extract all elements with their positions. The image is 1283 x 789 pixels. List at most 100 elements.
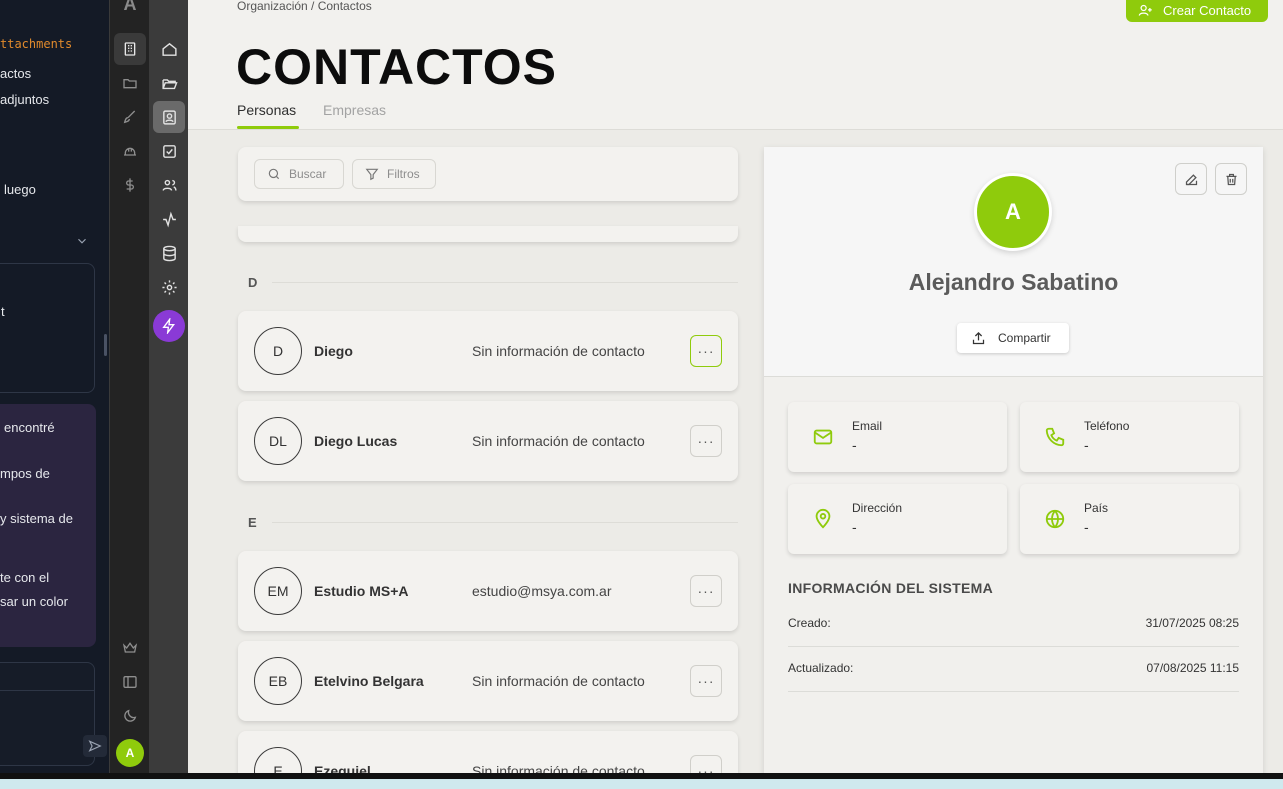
phone-value: - <box>1084 437 1089 453</box>
created-value: 31/07/2025 08:25 <box>1145 616 1239 630</box>
list-item[interactable] <box>238 226 738 242</box>
share-label: Compartir <box>998 331 1051 345</box>
tab-personas[interactable]: Personas <box>237 102 296 118</box>
module-rail <box>149 0 188 773</box>
contact-name: Diego Lucas <box>314 433 398 449</box>
updated-value: 07/08/2025 11:15 <box>1146 661 1239 675</box>
phone-icon <box>1044 426 1066 448</box>
contact-avatar: EM <box>254 567 302 615</box>
folder-icon[interactable] <box>114 67 146 99</box>
contact-row[interactable]: DL Diego Lucas Sin información de contac… <box>238 401 738 481</box>
brush-icon[interactable] <box>114 101 146 133</box>
contact-detail-avatar: A <box>974 173 1052 251</box>
filter-button[interactable]: Filtros <box>352 159 436 189</box>
gear-icon[interactable] <box>153 271 185 303</box>
edit-icon[interactable] <box>1175 163 1207 195</box>
user-avatar[interactable]: A <box>116 739 144 767</box>
contact-name: Diego <box>314 343 353 359</box>
search-button[interactable]: Buscar <box>254 159 344 189</box>
folder-open-icon[interactable] <box>153 67 185 99</box>
contact-info: Sin información de contacto <box>472 433 645 449</box>
more-options-button[interactable]: ··· <box>690 335 722 367</box>
send-icon[interactable] <box>83 735 107 757</box>
contact-avatar: E <box>254 747 302 773</box>
scrollbar[interactable] <box>104 334 107 356</box>
mail-icon <box>812 426 834 448</box>
contacts-icon[interactable] <box>153 101 185 133</box>
updated-row: Actualizado: 07/08/2025 11:15 <box>788 647 1239 692</box>
dollar-icon[interactable] <box>114 169 146 201</box>
crown-icon[interactable] <box>114 632 146 664</box>
building-icon[interactable] <box>114 33 146 65</box>
sidebar-toggle-icon[interactable] <box>114 666 146 698</box>
map-pin-icon <box>812 508 834 530</box>
page-header: Organización / Contactos CONTACTOS Perso… <box>188 0 1283 130</box>
phone-label: Teléfono <box>1084 419 1130 433</box>
created-row: Creado: 31/07/2025 08:25 <box>788 602 1239 647</box>
page-title: CONTACTOS <box>236 39 558 95</box>
database-icon[interactable] <box>153 237 185 269</box>
country-label: País <box>1084 501 1109 515</box>
side-panel-card: t <box>0 263 95 393</box>
side-panel-text: y sistema de <box>0 511 73 526</box>
email-label: Email <box>852 419 883 433</box>
side-panel-text: actos <box>0 66 32 81</box>
contact-name: Estudio MS+A <box>314 583 409 599</box>
more-options-button[interactable]: ··· <box>690 755 722 773</box>
country-value: - <box>1084 519 1089 535</box>
taskbar-edge <box>0 773 1283 779</box>
side-panel-text: ttachments <box>0 37 73 51</box>
side-panel-text: mpos de <box>0 466 50 481</box>
contact-row[interactable]: EM Estudio MS+A estudio@msya.com.ar ··· <box>238 551 738 631</box>
section-letter: D <box>248 275 258 290</box>
contact-row[interactable]: E Ezequiel Sin información de contacto ·… <box>238 731 738 773</box>
contact-name: Ezequiel <box>314 763 371 773</box>
contact-info: estudio@msya.com.ar <box>472 583 612 599</box>
email-value: - <box>852 437 857 453</box>
moon-icon[interactable] <box>114 700 146 732</box>
more-options-button[interactable]: ··· <box>690 425 722 457</box>
created-label: Creado: <box>788 616 831 630</box>
tab-empresas[interactable]: Empresas <box>323 102 386 118</box>
share-button[interactable]: Compartir <box>957 323 1069 353</box>
home-icon[interactable] <box>153 33 185 65</box>
bolt-icon[interactable] <box>153 310 185 342</box>
activity-icon[interactable] <box>153 203 185 235</box>
contact-name: Etelvino Belgara <box>314 673 424 689</box>
chevron-down-icon[interactable] <box>75 234 89 248</box>
address-value: - <box>852 519 857 535</box>
system-info-title: INFORMACIÓN DEL SISTEMA <box>788 580 993 596</box>
create-contact-label: Crear Contacto <box>1163 2 1252 18</box>
search-label: Buscar <box>289 167 327 181</box>
more-options-button[interactable]: ··· <box>690 575 722 607</box>
contact-detail-header: A Alejandro Sabatino Compartir <box>764 147 1263 377</box>
share-icon <box>971 331 986 346</box>
app-logo: A <box>123 0 137 14</box>
email-card: Email - <box>788 402 1007 472</box>
checkbox-icon[interactable] <box>153 135 185 167</box>
side-panel-text: luego <box>4 182 36 197</box>
globe-icon <box>1044 508 1066 530</box>
contact-avatar: EB <box>254 657 302 705</box>
create-contact-button[interactable]: Crear Contacto <box>1126 0 1268 22</box>
user-plus-icon <box>1138 3 1153 18</box>
side-panel-text: sar un color <box>0 594 68 609</box>
updated-label: Actualizado: <box>788 661 854 675</box>
search-icon <box>267 167 281 181</box>
contact-avatar: DL <box>254 417 302 465</box>
trash-icon[interactable] <box>1215 163 1247 195</box>
contact-row[interactable]: EB Etelvino Belgara Sin información de c… <box>238 641 738 721</box>
list-toolbar: Buscar Filtros <box>238 147 738 201</box>
chat-message-bubble: encontré mpos de y sistema de te con el … <box>0 404 96 647</box>
chat-side-panel: ttachments actos adjuntos luego t encont… <box>0 0 109 773</box>
hardhat-icon[interactable] <box>114 135 146 167</box>
more-options-button[interactable]: ··· <box>690 665 722 697</box>
section-letter: E <box>248 515 257 530</box>
address-label: Dirección <box>852 501 903 515</box>
side-panel-text: te con el <box>0 570 50 585</box>
phone-card: Teléfono - <box>1020 402 1239 472</box>
users-icon[interactable] <box>153 169 185 201</box>
contact-row[interactable]: D Diego Sin información de contacto ··· <box>238 311 738 391</box>
contact-info: Sin información de contacto <box>472 673 645 689</box>
chat-input[interactable] <box>0 662 95 766</box>
